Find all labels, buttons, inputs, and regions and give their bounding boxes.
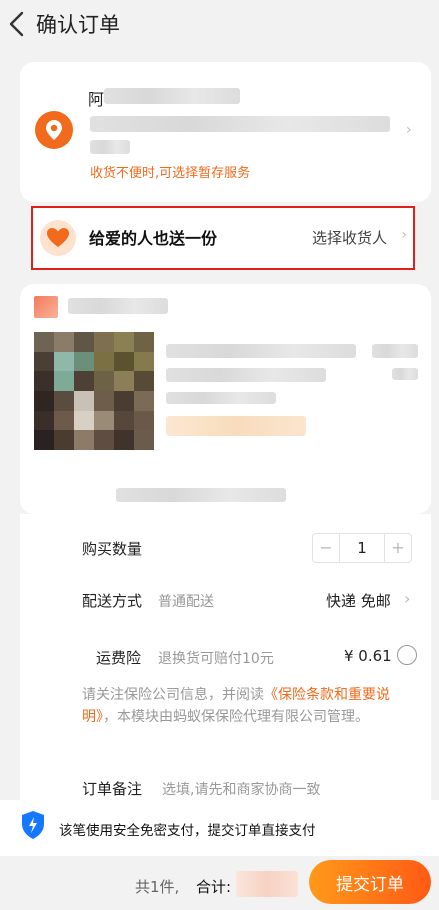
insurance-note: 请关注保险公司信息，并阅读《保险条款和重要说明》，本模块由蚂蚁保保险代理有限公司… (82, 684, 422, 728)
insurance-label: 运费险 (96, 649, 142, 667)
shield-lightning-icon (22, 811, 44, 839)
back-chevron-left-icon[interactable] (6, 10, 30, 38)
shop-name-blurred (68, 298, 168, 314)
product-title-blurred-2 (166, 368, 326, 382)
heart-hand-icon (40, 220, 76, 256)
gift-label: 给爱的人也送一份 (89, 229, 218, 248)
product-title-blurred (166, 344, 356, 358)
service-info-blurred (116, 488, 286, 502)
product-thumbnail (34, 332, 154, 450)
choose-recipient-link[interactable]: 选择收货人 (312, 227, 387, 248)
insurance-note-post: ，本模块由蚂蚁保保险代理有限公司管理。 (103, 709, 369, 725)
shop-icon (34, 296, 58, 318)
delivery-label: 配送方式 (82, 592, 143, 610)
quantity-value[interactable]: 1 (339, 534, 385, 562)
insurance-desc: 退换货可赔付10元 (158, 651, 274, 667)
product-qty-blurred (392, 368, 418, 380)
gift-send-row[interactable]: 给爱的人也送一份 选择收货人 › (31, 206, 415, 270)
address-note: 收货不便时,可选择暂存服务 (90, 166, 251, 181)
insurance-price: ¥ 0.61 (344, 647, 392, 665)
product-card (20, 284, 431, 514)
item-count: 共1件, (135, 878, 180, 896)
decrease-button[interactable]: − (313, 534, 339, 562)
secure-payment-bar: 该笔使用安全免密支付，提交订单直接支付 (0, 800, 439, 856)
total-label: 合计: (196, 878, 232, 896)
bottom-action-bar: 共1件, 合计: 提交订单 (0, 856, 439, 910)
delivery-value[interactable]: 快递 免邮 (326, 590, 391, 611)
address-text-blurred-2 (90, 140, 130, 154)
quantity-stepper[interactable]: − 1 + (312, 533, 412, 563)
product-promo-blurred (166, 416, 306, 436)
gift-chevron-right-icon: › (401, 227, 407, 243)
address-text-blurred (90, 116, 390, 132)
product-price-blurred (372, 344, 418, 358)
remark-input[interactable]: 选填,请先和商家协商一致 (162, 779, 320, 799)
delivery-chevron-right-icon: › (404, 589, 411, 608)
submit-order-button[interactable]: 提交订单 (309, 860, 431, 904)
order-details: 购买数量 − 1 + 配送方式 普通配送 快递 免邮 › 运费险 退换货可赔付1… (20, 514, 431, 814)
address-chevron-right-icon: › (406, 122, 412, 138)
product-spec-blurred (166, 392, 276, 404)
increase-button[interactable]: + (385, 534, 411, 562)
quantity-label: 购买数量 (82, 540, 143, 558)
remark-label: 订单备注 (82, 780, 143, 798)
page-title: 确认订单 (36, 13, 120, 37)
total-amount-blurred (236, 871, 298, 897)
address-card[interactable]: 阿 收货不便时,可选择暂存服务 › (20, 62, 431, 202)
recipient-name-blurred (104, 88, 240, 104)
insurance-radio[interactable] (397, 645, 417, 665)
secure-payment-text: 该笔使用安全免密支付，提交订单直接支付 (59, 823, 316, 839)
location-pin-icon (35, 111, 73, 149)
delivery-desc: 普通配送 (158, 594, 214, 610)
insurance-note-pre: 请关注保险公司信息，并阅读 (82, 687, 264, 703)
top-bar: 确认订单 (0, 0, 439, 50)
recipient-name: 阿 (88, 90, 105, 109)
